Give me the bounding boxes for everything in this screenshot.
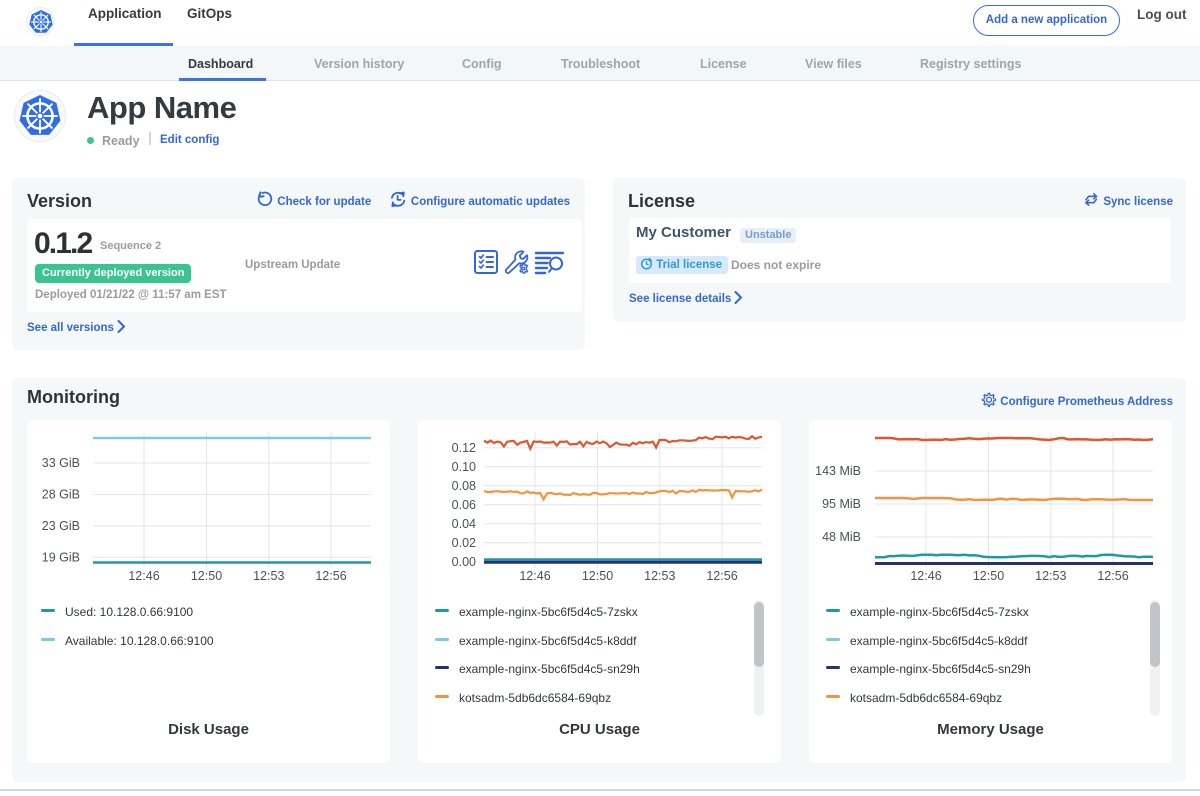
svg-text:12:53: 12:53 bbox=[253, 569, 284, 583]
svg-text:19 GiB: 19 GiB bbox=[42, 550, 80, 564]
svg-text:48 MiB: 48 MiB bbox=[822, 530, 861, 544]
svg-text:0.08: 0.08 bbox=[452, 479, 476, 493]
svg-text:95 MiB: 95 MiB bbox=[822, 497, 861, 511]
svg-text:12:50: 12:50 bbox=[582, 569, 613, 583]
svg-text:12:53: 12:53 bbox=[644, 569, 675, 583]
svg-text:0.00: 0.00 bbox=[452, 555, 476, 569]
svg-text:0.04: 0.04 bbox=[452, 517, 476, 531]
svg-text:33 GiB: 33 GiB bbox=[42, 456, 80, 470]
svg-text:0.10: 0.10 bbox=[452, 460, 476, 474]
svg-text:12:46: 12:46 bbox=[910, 569, 941, 583]
svg-text:0.06: 0.06 bbox=[452, 498, 476, 512]
svg-text:143 MiB: 143 MiB bbox=[815, 464, 861, 478]
svg-text:12:56: 12:56 bbox=[315, 569, 346, 583]
svg-text:12:50: 12:50 bbox=[973, 569, 1004, 583]
svg-text:12:46: 12:46 bbox=[519, 569, 550, 583]
svg-text:0.12: 0.12 bbox=[452, 441, 476, 455]
svg-text:12:53: 12:53 bbox=[1035, 569, 1066, 583]
svg-text:12:50: 12:50 bbox=[191, 569, 222, 583]
svg-text:12:56: 12:56 bbox=[1097, 569, 1128, 583]
svg-text:28 GiB: 28 GiB bbox=[42, 488, 80, 502]
svg-text:0.02: 0.02 bbox=[452, 536, 476, 550]
svg-text:12:56: 12:56 bbox=[706, 569, 737, 583]
svg-text:23 GiB: 23 GiB bbox=[42, 519, 80, 533]
svg-text:12:46: 12:46 bbox=[128, 569, 159, 583]
